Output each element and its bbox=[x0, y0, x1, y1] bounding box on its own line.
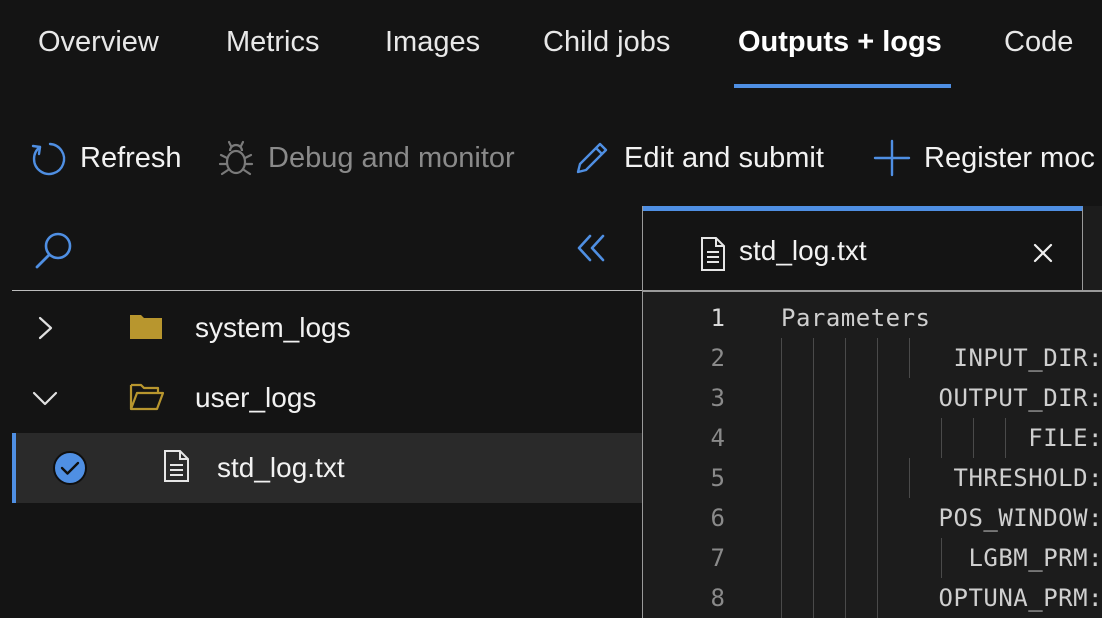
register-model-button[interactable]: Register moc bbox=[872, 128, 1095, 188]
bug-icon bbox=[218, 140, 254, 176]
edit-submit-label: Edit and submit bbox=[624, 141, 824, 174]
line-text: THRESHOLD: bbox=[953, 464, 1102, 492]
chevron-right-icon[interactable] bbox=[30, 313, 60, 343]
file-viewer: std_log.txt 1 Parameters 2 INPUT_DIR: 3 … bbox=[642, 206, 1102, 618]
active-tab-indicator bbox=[734, 84, 951, 88]
line-text: OPTUNA_PRM: bbox=[938, 584, 1102, 612]
collapse-pane-icon[interactable] bbox=[574, 230, 610, 266]
editor-tab-title: std_log.txt bbox=[739, 235, 867, 266]
line-number: 4 bbox=[710, 424, 725, 452]
editor-divider bbox=[643, 290, 1102, 292]
refresh-label: Refresh bbox=[80, 141, 182, 174]
tree-item-system-logs[interactable]: system_logs bbox=[12, 293, 642, 363]
tab-code[interactable]: Code bbox=[1004, 22, 1073, 62]
tab-images[interactable]: Images bbox=[385, 22, 480, 62]
checkmark-circle-icon[interactable] bbox=[52, 450, 88, 486]
line-text: OUTPUT_DIR: bbox=[938, 384, 1102, 412]
file-search-bar bbox=[12, 208, 642, 291]
line-number: 1 bbox=[710, 304, 725, 332]
document-icon bbox=[701, 237, 725, 271]
editor-tab-std-log[interactable]: std_log.txt bbox=[643, 206, 1083, 290]
refresh-button[interactable]: Refresh bbox=[28, 128, 182, 188]
debug-monitor-button[interactable]: Debug and monitor bbox=[216, 128, 515, 188]
folder-open-icon bbox=[129, 383, 164, 411]
toolbar: Refresh Debug and monitor Edit and submi… bbox=[0, 128, 1102, 188]
selection-indicator bbox=[12, 433, 16, 503]
tab-metrics[interactable]: Metrics bbox=[226, 22, 319, 62]
pencil-icon bbox=[576, 142, 608, 174]
tree-item-label: std_log.txt bbox=[217, 452, 345, 483]
code-view[interactable]: 1 Parameters 2 INPUT_DIR: 3 OUTPUT_DIR: … bbox=[643, 294, 1102, 618]
line-number: 5 bbox=[710, 464, 725, 492]
code-line: 4 FILE: bbox=[643, 418, 1102, 458]
code-line: 2 INPUT_DIR: bbox=[643, 338, 1102, 378]
close-icon[interactable] bbox=[1031, 241, 1055, 265]
file-explorer: system_logs user_logs std_log.txt bbox=[12, 208, 642, 618]
code-line: 7 LGBM_PRM: bbox=[643, 538, 1102, 578]
line-text: Parameters bbox=[781, 304, 931, 332]
line-text: POS_WINDOW: bbox=[938, 504, 1102, 532]
edit-submit-button[interactable]: Edit and submit bbox=[572, 128, 824, 188]
tab-overview[interactable]: Overview bbox=[38, 22, 159, 62]
search-icon[interactable] bbox=[32, 228, 76, 272]
line-number: 2 bbox=[710, 344, 725, 372]
register-model-label: Register moc bbox=[924, 141, 1095, 174]
line-number: 8 bbox=[710, 584, 725, 612]
line-number: 7 bbox=[710, 544, 725, 572]
code-line: 3 OUTPUT_DIR: bbox=[643, 378, 1102, 418]
line-number: 3 bbox=[710, 384, 725, 412]
tree-item-user-logs[interactable]: user_logs bbox=[12, 363, 642, 433]
folder-icon bbox=[130, 315, 162, 339]
tab-child-jobs[interactable]: Child jobs bbox=[543, 22, 670, 62]
line-text: FILE: bbox=[1028, 424, 1102, 452]
tree-item-label: user_logs bbox=[195, 382, 317, 413]
code-line: 6 POS_WINDOW: bbox=[643, 498, 1102, 538]
debug-monitor-label: Debug and monitor bbox=[268, 141, 515, 174]
code-line: 5 THRESHOLD: bbox=[643, 458, 1102, 498]
line-text: INPUT_DIR: bbox=[953, 344, 1102, 372]
tab-outputs-logs[interactable]: Outputs + logs bbox=[738, 22, 942, 62]
job-details-view: Overview Metrics Images Child jobs Outpu… bbox=[0, 0, 1102, 618]
code-line: 8 OPTUNA_PRM: bbox=[643, 578, 1102, 618]
tab-bar: Overview Metrics Images Child jobs Outpu… bbox=[0, 0, 1102, 92]
line-number: 6 bbox=[710, 504, 725, 532]
document-icon bbox=[164, 450, 189, 482]
plus-icon bbox=[873, 139, 911, 177]
line-text: LGBM_PRM: bbox=[968, 544, 1102, 572]
code-line: 1 Parameters bbox=[643, 298, 1102, 338]
tree-item-label: system_logs bbox=[195, 312, 351, 343]
refresh-icon bbox=[31, 142, 66, 176]
tree-item-std-log[interactable]: std_log.txt bbox=[12, 433, 642, 503]
chevron-down-icon[interactable] bbox=[30, 383, 60, 413]
